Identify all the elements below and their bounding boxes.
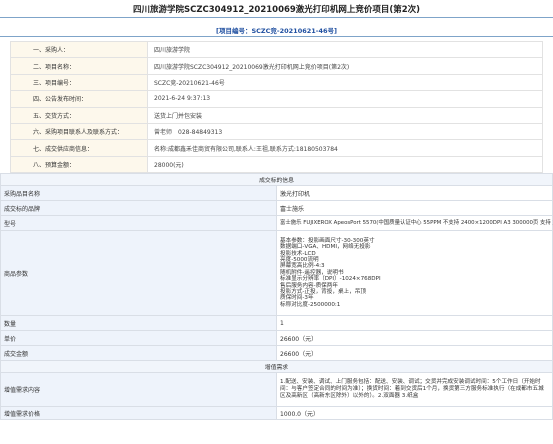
- info-row: 三、项目编号： SCZC竞-20210621-46号: [10, 73, 543, 92]
- detail-value: 激光打印机: [276, 185, 553, 201]
- info-row: 八、预算金额： 28000(元): [10, 155, 543, 174]
- detail-key: 成交标的品牌: [0, 200, 277, 216]
- info-key: 三、项目编号：: [10, 73, 148, 92]
- contact-phone: 028-84849313: [178, 129, 223, 137]
- detail-row: 成交标的品牌 富士施乐: [0, 200, 553, 216]
- detail-value: 1: [276, 315, 553, 331]
- detail-value: 富士施乐 FUJIXEROX ApeosPort 5570(中国质量认证中心 5…: [276, 215, 553, 231]
- detail-value: 26600（元）: [276, 345, 553, 361]
- info-value: 四川旅游学院: [147, 40, 543, 59]
- info-row: 五、交货方式： 送货上门并包安装: [10, 106, 543, 124]
- info-value: 四川旅游学院SCZC304912_20210069激光打印机网上竞价项目(第2次…: [147, 57, 543, 75]
- product-params: 基本参数：投影画面尺寸-30-300英寸 数据端口-VGA、HDMI，网络无投影…: [276, 230, 553, 316]
- info-key: 七、成交供应商信息：: [10, 139, 148, 157]
- info-row: 四、公告发布时间： 2021-6-24 9:37:13: [10, 90, 543, 108]
- contact-person: 曾老师: [154, 129, 173, 137]
- detail-row: 增值需求价格 1000.0（元）: [0, 406, 553, 420]
- detail-value: 1000.0（元）: [276, 406, 553, 420]
- detail-key: 成交金额: [0, 345, 277, 361]
- detail-key: 单价: [0, 330, 277, 346]
- detail-key: 商品参数: [0, 230, 277, 316]
- detail-row: 采购品目名称 激光打印机: [0, 185, 553, 201]
- detail-value: 26600（元）: [276, 330, 553, 346]
- detail-key: 增值需求内容: [0, 372, 277, 407]
- info-key: 一、采购人：: [10, 40, 148, 59]
- detail-row: 增值需求内容 1.配送、安装、调试、上门服务包括：配送、安装、调试；交货并完成安…: [0, 372, 553, 407]
- detail-row: 单价 26600（元）: [0, 330, 553, 346]
- info-key: 四、公告发布时间：: [10, 90, 148, 108]
- info-value: 28000(元): [147, 155, 543, 174]
- title-divider: [0, 17, 553, 18]
- detail-value: 富士施乐: [276, 200, 553, 216]
- info-value: 曾老师 028-84849313: [147, 122, 543, 141]
- info-key: 二、项目名称：: [10, 57, 148, 75]
- info-value: 名称:成都鑫禾佳商贸有限公司,联系人:王祖,联系方式:18180503784: [147, 139, 543, 157]
- info-key: 八、预算金额：: [10, 155, 148, 174]
- info-key: 五、交货方式：: [10, 106, 148, 124]
- service-content: 1.配送、安装、调试、上门服务包括：配送、安装、调试；交货并完成安装调试时间：5…: [276, 372, 553, 407]
- detail-row: 型号 富士施乐 FUJIXEROX ApeosPort 5570(中国质量认证中…: [0, 215, 553, 231]
- detail-row: 成交金额 26600（元）: [0, 345, 553, 361]
- page-title: 四川旅游学院SCZC304912_20210069激光打印机网上竞价项目(第2次…: [133, 5, 420, 15]
- transaction-details-table: 成交标的信息 采购品目名称 激光打印机 成交标的品牌 富士施乐 型号 富士施乐 …: [0, 173, 553, 420]
- detail-key: 数量: [0, 315, 277, 331]
- param-line: 标称对比度-2500000:1: [280, 301, 341, 308]
- section-header-row: 增值需求: [0, 360, 553, 373]
- info-row: 七、成交供应商信息： 名称:成都鑫禾佳商贸有限公司,联系人:王祖,联系方式:18…: [10, 139, 543, 157]
- section-header-row: 成交标的信息: [0, 173, 553, 186]
- announcement-info-table: 一、采购人： 四川旅游学院 二、项目名称： 四川旅游学院SCZC304912_2…: [10, 40, 543, 174]
- info-row: 二、项目名称： 四川旅游学院SCZC304912_20210069激光打印机网上…: [10, 57, 543, 75]
- detail-row: 数量 1: [0, 315, 553, 331]
- info-value: SCZC竞-20210621-46号: [147, 73, 543, 92]
- project-number-heading: [项目编号：SCZC竞-20210621-46号]: [216, 27, 337, 35]
- info-value: 送货上门并包安装: [147, 106, 543, 124]
- detail-row: 商品参数 基本参数：投影画面尺寸-30-300英寸 数据端口-VGA、HDMI，…: [0, 230, 553, 316]
- subtitle-divider: [0, 36, 553, 37]
- info-row: 六、采购项目联系人及联系方式： 曾老师 028-84849313: [10, 122, 543, 141]
- page: 四川旅游学院SCZC304912_20210069激光打印机网上竞价项目(第2次…: [0, 0, 553, 444]
- detail-key: 型号: [0, 215, 277, 231]
- info-row: 一、采购人： 四川旅游学院: [10, 40, 543, 59]
- section-title-value-added: 增值需求: [0, 360, 553, 373]
- detail-key: 增值需求价格: [0, 406, 277, 420]
- info-value: 2021-6-24 9:37:13: [147, 90, 543, 108]
- info-key: 六、采购项目联系人及联系方式：: [10, 122, 148, 141]
- detail-key: 采购品目名称: [0, 185, 277, 201]
- section-title-subject: 成交标的信息: [0, 173, 553, 186]
